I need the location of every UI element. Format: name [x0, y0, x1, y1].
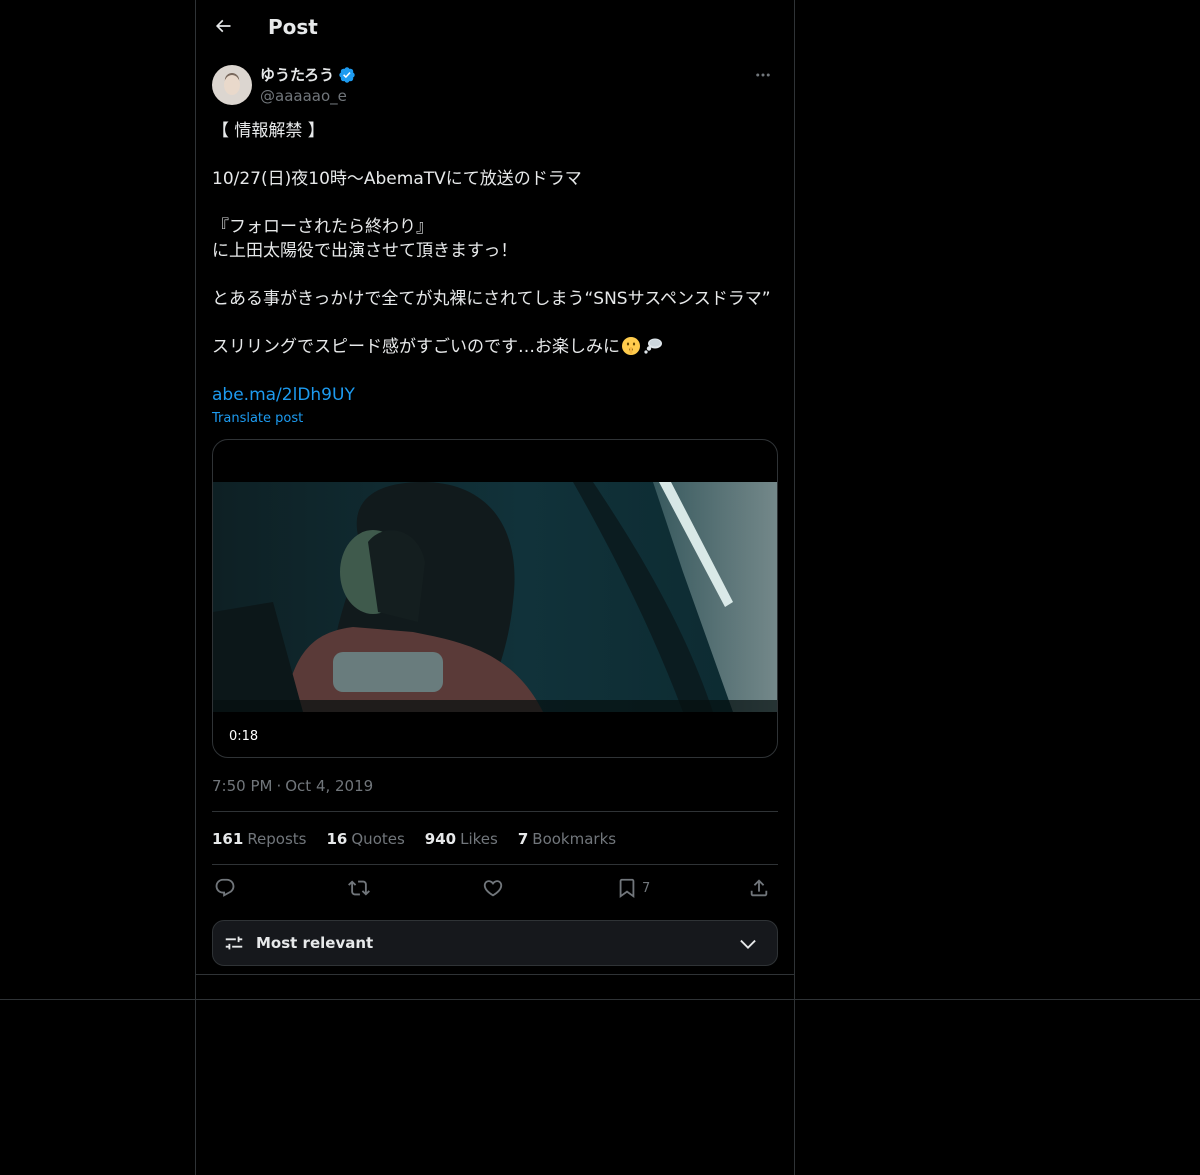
avatar[interactable] — [212, 65, 252, 105]
action-bar: 7 — [212, 874, 778, 902]
post-link[interactable]: abe.ma/2lDh9UY — [212, 385, 355, 405]
thought-balloon-icon — [644, 338, 662, 354]
post-blank-line — [212, 263, 778, 287]
header: Post — [196, 0, 794, 53]
verified-badge-icon — [339, 67, 355, 83]
likes-count: 940 — [424, 830, 457, 848]
quotes-count: 16 — [326, 830, 348, 848]
display-name: ゆうたろう — [260, 66, 335, 84]
video-thumbnail — [213, 482, 777, 712]
post-line: 『フォローされたら終わり』 — [212, 217, 433, 237]
bookmark-button[interactable]: 7 — [616, 874, 650, 902]
sliders-icon — [225, 936, 243, 950]
stats-top-divider — [212, 811, 778, 812]
timestamp-separator: · — [276, 777, 282, 795]
page-title: Post — [268, 15, 318, 39]
post-time: 7:50 PM — [212, 777, 273, 795]
stats-bottom-divider — [212, 864, 778, 865]
more-options-button[interactable] — [748, 65, 778, 85]
post-column: Post ゆうたろう @aaaaao_e 【 情報解禁 】 10/27(日)夜1… — [196, 0, 794, 975]
post-blank-line — [212, 191, 778, 215]
reposts-stat[interactable]: 161 Reposts — [212, 829, 307, 849]
post-blank-line — [212, 311, 778, 335]
like-button[interactable] — [482, 874, 504, 902]
back-button[interactable] — [208, 11, 238, 41]
sort-label: Most relevant — [256, 934, 374, 952]
bookmark-icon — [619, 878, 635, 899]
handle[interactable]: @aaaaao_e — [260, 86, 347, 106]
post-line: 10/27(日)夜10時〜AbemaTVにて放送のドラマ — [212, 169, 582, 189]
repost-button[interactable] — [348, 874, 370, 902]
post-line: スリリングでスピード感がすごいのです…お楽しみに — [212, 337, 620, 357]
post-stats: 161 Reposts 16 Quotes 940 Likes 7 Bookmarks — [212, 829, 616, 849]
likes-stat[interactable]: 940 Likes — [425, 829, 498, 849]
video-duration: 0:18 — [221, 727, 267, 747]
reply-button[interactable] — [214, 874, 236, 902]
bookmark-count: 7 — [642, 880, 651, 896]
video-scene-image — [213, 482, 777, 712]
section-divider — [0, 999, 1200, 1000]
post-author: ゆうたろう @aaaaao_e — [212, 65, 778, 107]
post-timestamp[interactable]: 7:50 PM · Oct 4, 2019 — [212, 776, 373, 796]
share-button[interactable] — [748, 874, 770, 902]
chevron-down-icon — [740, 939, 756, 949]
reposts-count: 161 — [212, 830, 244, 848]
post-line: に上田太陽役で出演させて頂きますっ！ — [212, 241, 518, 261]
repost-icon — [348, 880, 370, 896]
quotes-label: Quotes — [351, 830, 405, 848]
reply-sort-dropdown[interactable]: Most relevant — [212, 920, 778, 966]
translate-post-link[interactable]: Translate post — [212, 410, 303, 428]
page: Post ゆうたろう @aaaaao_e 【 情報解禁 】 10/27(日)夜1… — [0, 0, 1200, 1175]
video-player[interactable]: 0:18 — [212, 439, 778, 758]
back-arrow-icon — [215, 19, 231, 33]
post-date: Oct 4, 2019 — [285, 777, 374, 795]
bookmarks-count: 7 — [517, 830, 529, 848]
bookmarks-label: Bookmarks — [532, 830, 617, 848]
bookmarks-stat[interactable]: 7 Bookmarks — [518, 829, 616, 849]
avatar-face — [224, 75, 240, 95]
post-blank-line — [212, 143, 778, 167]
heart-icon — [483, 880, 503, 897]
quotes-stat[interactable]: 16 Quotes — [327, 829, 405, 849]
post-body: 【 情報解禁 】 10/27(日)夜10時〜AbemaTVにて放送のドラマ 『フ… — [212, 119, 778, 407]
post-line-with-emoji: スリリングでスピード感がすごいのです…お楽しみに — [212, 335, 778, 359]
post-line: 【 情報解禁 】 — [212, 121, 325, 141]
post-blank-line — [212, 359, 778, 383]
shushing-face-icon — [622, 337, 640, 355]
share-icon — [750, 879, 768, 897]
likes-label: Likes — [460, 830, 498, 848]
more-dots-icon — [756, 73, 770, 77]
post-line: とある事がきっかけで全てが丸裸にされてしまう“SNSサスペンスドラマ” — [212, 289, 771, 309]
display-name-row[interactable]: ゆうたろう — [260, 65, 356, 85]
reposts-label: Reposts — [247, 830, 307, 848]
reply-icon — [215, 878, 235, 897]
